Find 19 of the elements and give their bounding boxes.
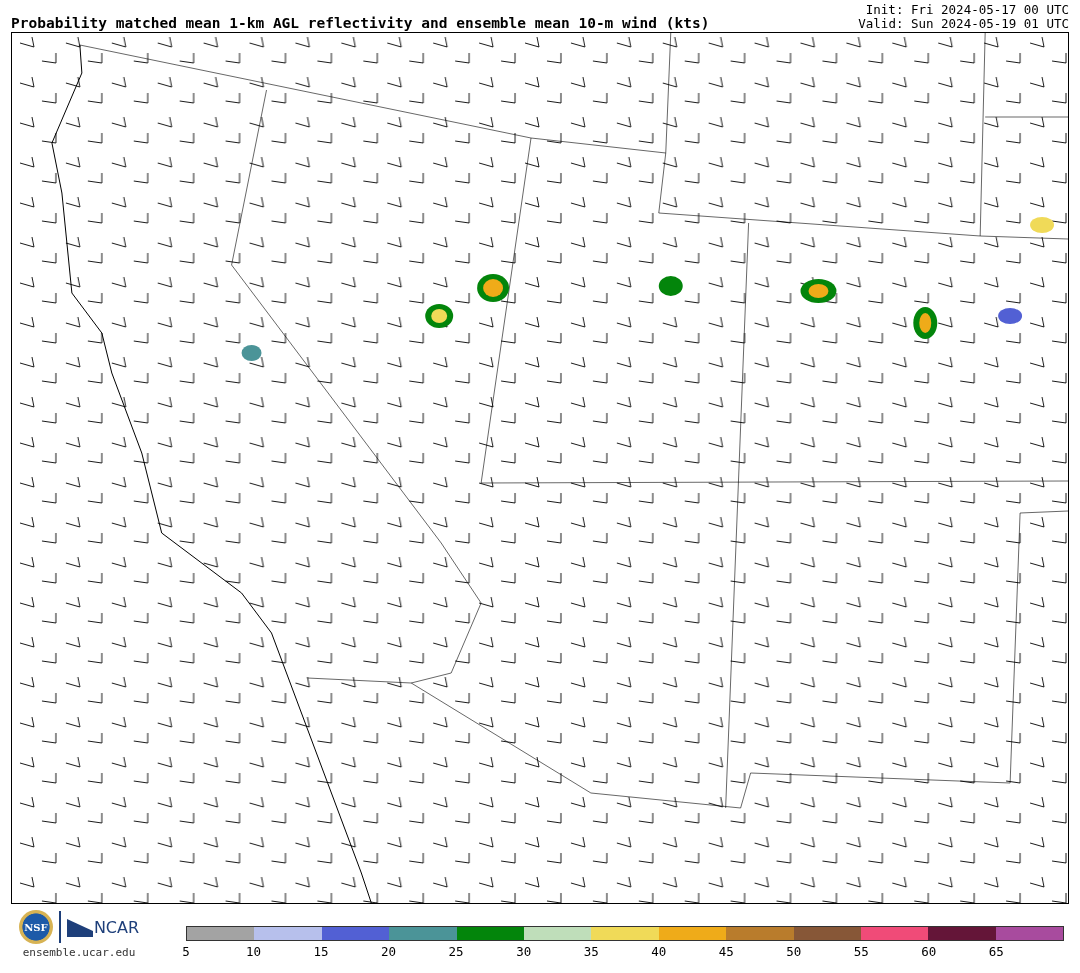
scale-tick-label: 45 <box>718 944 734 959</box>
scale-tick-label: 10 <box>246 944 262 959</box>
scale-tick-label: 30 <box>516 944 532 959</box>
scale-tick-label: 35 <box>583 944 599 959</box>
scale-tick-label: 5 <box>182 944 190 959</box>
init-time: Init: Fri 2024-05-17 00 UTC <box>865 3 1069 17</box>
scale-tick-label: 50 <box>786 944 802 959</box>
scale-tick-label: 20 <box>381 944 397 959</box>
scale-tick-label: 25 <box>448 944 464 959</box>
scale-tick-label: 65 <box>988 944 1004 959</box>
scale-tick-label: 60 <box>921 944 937 959</box>
valid-time: Valid: Sun 2024-05-19 01 UTC <box>858 17 1069 31</box>
brand-logo: NCAR <box>66 917 140 937</box>
scale-tick-label: 15 <box>313 944 329 959</box>
website-url: ensemble.ucar.edu <box>22 946 136 959</box>
chart-title: Probability matched mean 1-km AGL reflectivity and ensemble mean 10-m wind (kts) <box>11 15 710 31</box>
seal-logo: NSF <box>18 910 53 944</box>
scale-tick-label: 55 <box>853 944 869 959</box>
scale-tick-label: 40 <box>651 944 667 959</box>
